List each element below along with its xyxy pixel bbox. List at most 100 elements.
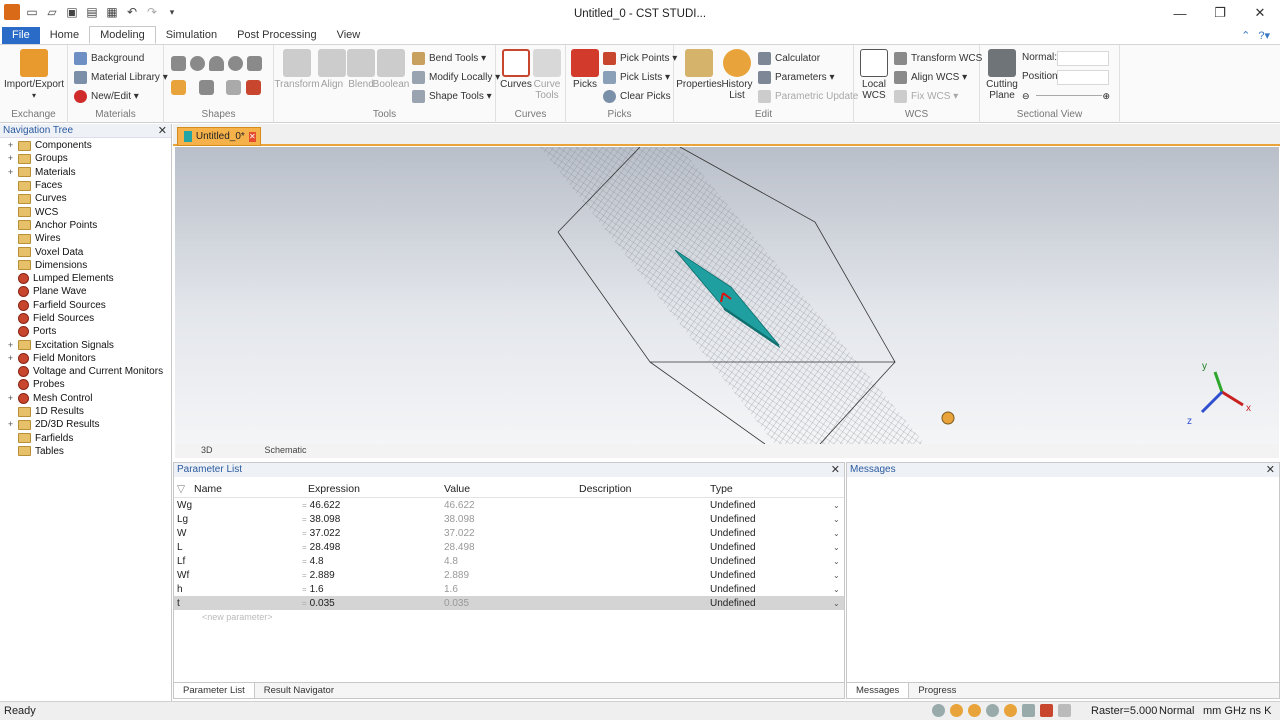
background-button[interactable]: Background (74, 52, 144, 65)
tree-item[interactable]: WCS (0, 205, 171, 218)
parameter-expression[interactable]: = 4.8 (302, 556, 324, 567)
cylinder-icon[interactable] (209, 56, 224, 71)
cutting-plane-button[interactable]: Cutting Plane (984, 49, 1020, 101)
tree-item[interactable]: Lumped Elements (0, 272, 171, 285)
tree-item[interactable]: Tables (0, 445, 171, 458)
tree-item[interactable]: Voltage and Current Monitors (0, 365, 171, 378)
column-value[interactable]: Value (444, 483, 470, 495)
collapse-ribbon-icon[interactable]: ⌃ (1241, 29, 1250, 42)
column-name[interactable]: Name (194, 483, 222, 495)
parameter-type[interactable]: Undefined (710, 528, 756, 539)
loft-icon[interactable] (226, 80, 241, 95)
tab-schematic[interactable]: Schematic (239, 444, 333, 458)
transform-wcs-button[interactable]: Transform WCS (894, 52, 982, 65)
tab-messages[interactable]: Messages (847, 683, 910, 698)
parameter-type[interactable]: Undefined (710, 500, 756, 511)
tree-item[interactable]: Field Sources (0, 312, 171, 325)
tree-item[interactable]: + Excitation Signals (0, 338, 171, 351)
align-wcs-button[interactable]: Align WCS ▾ (894, 71, 967, 84)
fix-wcs-button[interactable]: Fix WCS ▾ (894, 90, 958, 103)
expand-icon[interactable] (6, 287, 15, 296)
expand-icon[interactable]: + (6, 393, 15, 403)
expand-icon[interactable] (6, 221, 15, 230)
filter-icon[interactable]: ▽ (177, 483, 185, 495)
parameter-expression[interactable]: = 2.889 (302, 570, 335, 581)
tree-item[interactable]: Curves (0, 192, 171, 205)
status-units[interactable]: mm GHz ns K (1203, 705, 1271, 717)
parametric-update-button[interactable]: Parametric Update (758, 90, 858, 103)
expand-icon[interactable] (6, 434, 15, 443)
tree-item[interactable]: Plane Wave (0, 285, 171, 298)
close-icon[interactable]: ✕ (1266, 463, 1275, 477)
calculator-button[interactable]: Calculator (758, 52, 820, 65)
help-icon[interactable]: ?▾ (1258, 29, 1270, 42)
position-slider[interactable]: ⊖ ⊕ (1022, 91, 1110, 101)
parameter-row[interactable]: Lg = 38.098 38.098 Undefined ⌄ (174, 512, 844, 526)
expand-icon[interactable] (6, 181, 15, 190)
tab-parameter-list[interactable]: Parameter List (174, 683, 255, 698)
expand-icon[interactable] (6, 314, 15, 323)
tab-progress[interactable]: Progress (909, 683, 965, 698)
tree-item[interactable]: Faces (0, 179, 171, 192)
expand-icon[interactable]: + (6, 340, 15, 350)
zoom-out-icon[interactable]: ⊖ (1022, 91, 1030, 102)
maximize-icon[interactable]: ❐ (1200, 0, 1240, 26)
tab-file[interactable]: File (2, 27, 40, 44)
tree-item[interactable]: + Components (0, 139, 171, 152)
parameter-expression[interactable]: = 1.6 (302, 584, 324, 595)
type-dropdown-icon[interactable]: ⌄ (833, 529, 840, 538)
zoom-area-icon[interactable] (986, 704, 999, 717)
type-dropdown-icon[interactable]: ⌄ (833, 599, 840, 608)
new-edit-button[interactable]: New/Edit ▾ (74, 90, 139, 103)
expand-icon[interactable] (6, 301, 15, 310)
expand-icon[interactable] (6, 327, 15, 336)
curves-button[interactable]: Curves (500, 49, 532, 90)
clear-picks-button[interactable]: Clear Picks (603, 90, 671, 103)
extrude-icon[interactable] (247, 56, 262, 71)
type-dropdown-icon[interactable]: ⌄ (833, 557, 840, 566)
rotate-shape-icon[interactable] (199, 80, 214, 95)
parameter-type[interactable]: Undefined (710, 556, 756, 567)
view-cube-icon[interactable] (1058, 704, 1071, 717)
expand-icon[interactable] (6, 261, 15, 270)
tree-item[interactable]: Probes (0, 378, 171, 391)
picks-button[interactable]: Picks (570, 49, 600, 90)
parameter-row[interactable]: Lf = 4.8 4.8 Undefined ⌄ (174, 554, 844, 568)
parameter-expression[interactable]: = 46.622 (302, 500, 340, 511)
sweep-icon[interactable] (246, 80, 261, 95)
parameter-row[interactable]: L = 28.498 28.498 Undefined ⌄ (174, 540, 844, 554)
zoom-in-icon[interactable]: ⊕ (1102, 91, 1110, 102)
shading-icon[interactable] (1040, 704, 1053, 717)
document-tab[interactable]: Untitled_0* ✕ (177, 127, 261, 146)
tree-item[interactable]: + Groups (0, 152, 171, 165)
tree-item[interactable]: Dimensions (0, 259, 171, 272)
expand-icon[interactable]: + (6, 141, 15, 150)
close-icon[interactable]: ✕ (1240, 0, 1280, 26)
tree-item[interactable]: Ports (0, 325, 171, 338)
reset-view-icon[interactable] (1022, 704, 1035, 717)
type-dropdown-icon[interactable]: ⌄ (833, 501, 840, 510)
type-dropdown-icon[interactable]: ⌄ (833, 515, 840, 524)
close-tab-icon[interactable]: ✕ (248, 131, 256, 142)
expand-icon[interactable] (6, 208, 15, 217)
parameter-row[interactable]: h = 1.6 1.6 Undefined ⌄ (174, 582, 844, 596)
expand-icon[interactable] (6, 367, 15, 376)
parameter-type[interactable]: Undefined (710, 570, 756, 581)
torus-icon[interactable] (228, 56, 243, 71)
transform-button[interactable]: Transform (274, 49, 320, 90)
normal-select[interactable] (1057, 51, 1109, 66)
import-export-button[interactable]: Import/Export ▾ (4, 49, 64, 101)
expand-icon[interactable]: + (6, 167, 15, 177)
expand-icon[interactable] (6, 380, 15, 389)
bend-tools-button[interactable]: Bend Tools ▾ (412, 52, 486, 65)
shape-from-curve-icon[interactable] (171, 80, 186, 95)
expand-icon[interactable] (6, 447, 15, 456)
tree-item[interactable]: +2D/3D Results (0, 418, 171, 431)
type-dropdown-icon[interactable]: ⌄ (833, 585, 840, 594)
parameter-row[interactable]: t = 0.035 0.035 Undefined ⌄ (174, 596, 844, 610)
expand-icon[interactable] (6, 407, 15, 416)
parameter-expression[interactable]: = 38.098 (302, 514, 340, 525)
expand-icon[interactable] (6, 194, 15, 203)
pan-icon[interactable] (950, 704, 963, 717)
tree-item[interactable]: Voxel Data (0, 245, 171, 258)
